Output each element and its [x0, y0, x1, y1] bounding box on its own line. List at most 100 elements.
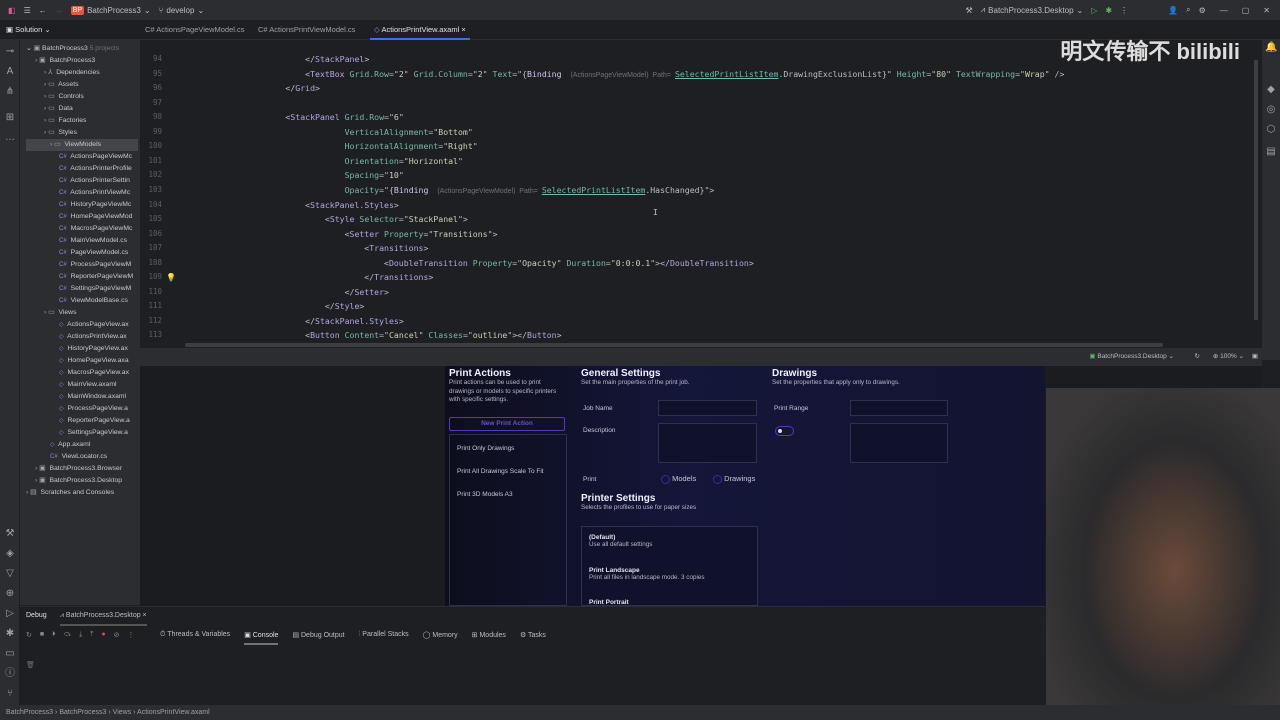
profile-item[interactable]: Print Portrait [589, 599, 629, 605]
lightbulb-icon[interactable]: 💡 [166, 273, 176, 282]
tree-item[interactable]: ◇ HistoryPageView.ax [59, 343, 128, 355]
tree-item[interactable]: › ▤ Scratches and Consoles [26, 487, 114, 499]
clear-console-icon[interactable]: 🗑 [26, 661, 35, 669]
tree-item[interactable]: ◇ ReporterPageView.a [59, 415, 130, 427]
profile-item[interactable]: Print Landscape Print all files in landsc… [589, 567, 705, 583]
code-line[interactable]: <Transitions> [246, 243, 428, 253]
tree-item[interactable]: › ▭ Styles [44, 127, 77, 139]
debug-tab-tasks[interactable]: ⚙ Tasks [520, 631, 546, 645]
tab-actions-print-view[interactable]: ◇ ActionsPrintView.axaml × [370, 20, 470, 40]
tree-item[interactable]: ◇ ProcessPageView.a [59, 403, 128, 415]
maximize-icon[interactable]: ▢ [1242, 6, 1250, 15]
notifications-icon[interactable]: ⓘ [4, 668, 16, 680]
code-line[interactable]: <DoubleTransition Property="Opacity" Dur… [246, 258, 754, 268]
tree-item[interactable]: › ▭ ViewModels [26, 139, 138, 151]
code-line[interactable]: </Grid> [246, 83, 320, 93]
tree-item[interactable]: C# ActionsPrintViewMc [59, 187, 130, 199]
step-out-icon[interactable]: ⤒ [90, 631, 93, 639]
horizontal-scrollbar[interactable] [185, 343, 1163, 347]
tree-item[interactable]: › ▣ BatchProcess3.Desktop [35, 475, 122, 487]
tree-item[interactable]: › ▣ BatchProcess3.Browser [35, 463, 122, 475]
solution-header[interactable]: ▣ Solution ⌄ [6, 20, 51, 40]
debug-tab-parallel-stacks[interactable]: ⫶ Parallel Stacks [359, 631, 409, 645]
code-line[interactable]: <Button Content="Cancel" Classes="outlin… [246, 330, 561, 340]
main-menu-icon[interactable]: ☰ [24, 6, 31, 15]
tree-item[interactable]: C# ViewLocator.cs [50, 451, 107, 463]
description-input[interactable] [658, 423, 757, 463]
drawing-toggle[interactable] [775, 426, 794, 436]
terminal-icon[interactable]: ▭ [4, 648, 16, 660]
stop-icon[interactable]: ■ [40, 631, 44, 639]
tree-item[interactable]: C# ActionsPrinterProfile [59, 163, 132, 175]
drawing-exclusion-input[interactable] [850, 423, 948, 463]
forward-icon[interactable]: → [55, 6, 63, 15]
tree-item[interactable]: C# PageViewModel.cs [59, 247, 128, 259]
nuget-icon[interactable]: ⬡ [1265, 124, 1277, 136]
debug-tool-icon[interactable]: ✱ [4, 628, 16, 640]
debug-tab-memory[interactable]: ◯ Memory [423, 631, 458, 645]
tree-item[interactable]: › ⅄ Dependencies [44, 67, 100, 79]
tree-item[interactable]: ◇ App.axaml [50, 439, 90, 451]
tree-item[interactable]: › ▭ Data [44, 103, 73, 115]
breadcrumb-item[interactable]: ActionsPrintView.axaml [137, 709, 210, 716]
project-selector[interactable]: BP BatchProcess3 ⌄ [70, 5, 151, 15]
tree-item[interactable]: › ▣ BatchProcess3 [35, 55, 95, 67]
tree-item[interactable]: C# ActionsPageViewMc [59, 151, 132, 163]
code-line[interactable]: </StackPanel> [246, 54, 369, 64]
git-icon[interactable]: ⑂ [4, 688, 16, 700]
code-line[interactable]: <TextBox Grid.Row="2" Grid.Column="2" Te… [246, 69, 1064, 79]
tree-item[interactable]: ◇ ActionsPageView.ax [59, 319, 129, 331]
unit-test-icon[interactable]: ◈ [4, 548, 16, 560]
debug-tab-threads-variables[interactable]: ⏱ Threads & Variables [160, 631, 230, 645]
code-line[interactable]: VerticalAlignment="Bottom" [246, 127, 473, 137]
avalonia-icon[interactable]: A [4, 66, 16, 78]
code-line[interactable]: <Setter Property="Transitions"> [246, 229, 498, 239]
code-line[interactable]: </Transitions> [246, 272, 433, 282]
print-action-item[interactable]: Print All Drawings Scale To Fit [457, 468, 544, 475]
refresh-icon[interactable]: ↻ [1195, 352, 1200, 360]
close-icon[interactable]: ✕ [1263, 6, 1270, 15]
rerun-icon[interactable]: ↻ [26, 631, 32, 639]
back-icon[interactable]: ← [39, 6, 47, 15]
tree-item[interactable]: C# HistoryPageViewMc [59, 199, 131, 211]
code-line[interactable]: <StackPanel Grid.Row="6" [246, 112, 403, 122]
tree-item[interactable]: ◇ MainWindow.axaml [59, 391, 126, 403]
tree-item[interactable]: › ▭ Factories [44, 115, 86, 127]
code-line[interactable]: </StackPanel.Styles> [246, 316, 404, 326]
print-range-input[interactable] [850, 400, 948, 416]
code-line[interactable]: HorizontalAlignment="Right" [246, 141, 478, 151]
tree-item[interactable]: C# MacrosPageViewMc [59, 223, 132, 235]
notifications-bell-icon[interactable]: 🔔 [1265, 42, 1277, 54]
vertical-scrollbar[interactable] [1254, 60, 1258, 320]
models-radio[interactable]: Models [661, 474, 696, 484]
preview-target-selector[interactable]: ▣ BatchProcess3.Desktop ⌄ [1089, 352, 1174, 360]
debug-more-icon[interactable]: ⋮ [127, 631, 134, 639]
database-icon[interactable]: ◆ [1265, 84, 1277, 96]
tab-actions-print-viewmodel[interactable]: C# ActionsPrintViewModel.cs [258, 20, 355, 40]
tree-item[interactable]: C# ProcessPageViewM [59, 259, 131, 271]
debug-tab-console[interactable]: ▣ Console [244, 631, 279, 645]
preview-layout-icon[interactable]: ▣ [1252, 352, 1258, 360]
endpoints-icon[interactable]: ⊕ [4, 588, 16, 600]
build-tool-icon[interactable]: ⚒ [4, 528, 16, 540]
run-config-selector[interactable]: ⩘ BatchProcess3.Desktop ⌄ [981, 5, 1084, 15]
debug-tab[interactable]: Debug [26, 612, 47, 619]
code-line[interactable]: </Setter> [246, 287, 389, 297]
debug-session-tab[interactable]: ⩘ BatchProcess3.Desktop × [60, 612, 147, 626]
code-line[interactable]: Opacity="{Binding (ActionsPageViewModel)… [246, 185, 715, 195]
more-tools-icon[interactable]: … [4, 132, 16, 144]
preview-icon[interactable]: ▤ [1265, 146, 1277, 158]
settings-icon[interactable]: ⚙ [1199, 6, 1206, 15]
tree-item-solution-root[interactable]: ⌄ ▣ BatchProcess3 5 projects [26, 43, 119, 55]
problems-icon[interactable]: ▽ [4, 568, 16, 580]
new-print-action-button[interactable]: New Print Action [449, 417, 565, 431]
print-action-item[interactable]: Print Only Drawings [457, 445, 514, 452]
tree-item[interactable]: › ▭ Views [44, 307, 76, 319]
code-line[interactable]: Orientation="Horizontal" [246, 156, 463, 166]
tab-actions-page-viewmodel[interactable]: C# ActionsPageViewModel.cs [145, 20, 245, 40]
tree-item[interactable]: C# ReporterPageViewM [59, 271, 133, 283]
tree-item[interactable]: C# MainViewModel.cs [59, 235, 127, 247]
zoom-selector[interactable]: ⊕ 100% ⌄ [1213, 352, 1244, 360]
tree-item[interactable]: C# ActionsPrinterSettin [59, 175, 130, 187]
tree-item[interactable]: › ▭ Assets [44, 79, 79, 91]
